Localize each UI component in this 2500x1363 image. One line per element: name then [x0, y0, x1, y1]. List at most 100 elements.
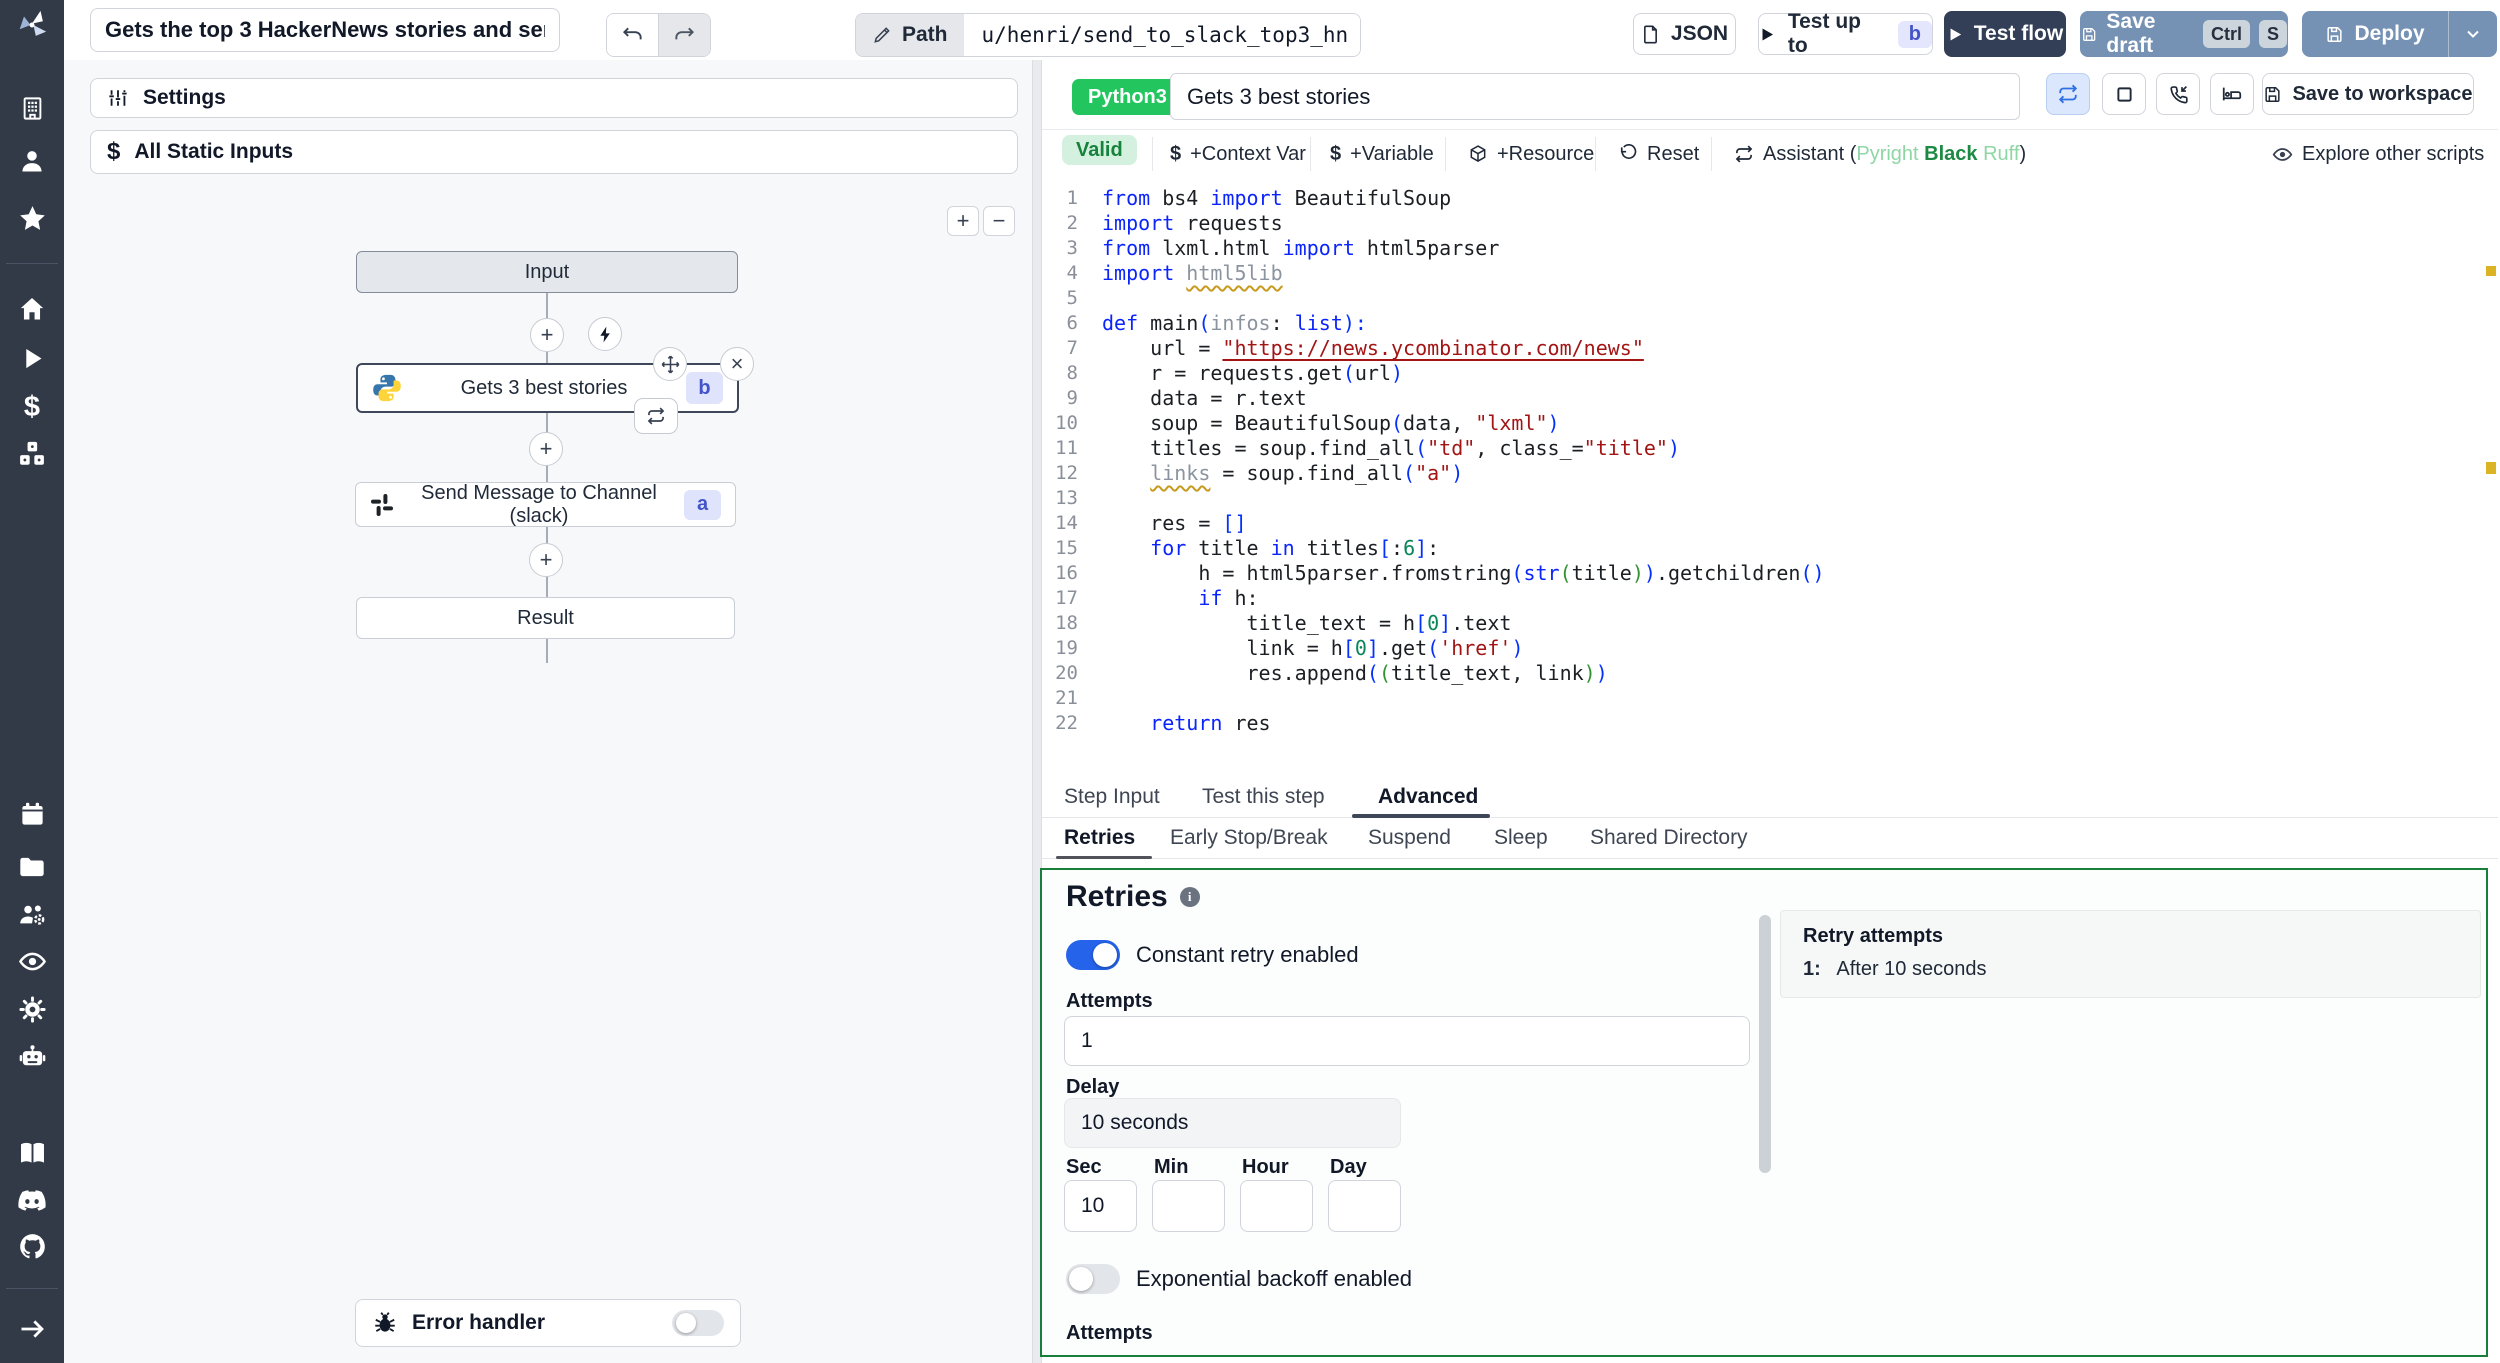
reset-button[interactable]: Reset [1618, 129, 1699, 179]
retries-setting-button[interactable] [2046, 73, 2090, 115]
explore-other-scripts-button[interactable]: Explore other scripts [2272, 129, 2484, 179]
exponential-backoff-toggle[interactable] [1066, 1264, 1120, 1294]
sidebar-item-groups[interactable] [17, 899, 47, 929]
error-handler-toggle[interactable] [672, 1310, 724, 1336]
toggle-knob [676, 1313, 696, 1333]
play-icon [1762, 28, 1774, 40]
tab-step-input[interactable]: Step Input [1064, 776, 1160, 817]
sidebar-item-logo[interactable] [13, 6, 51, 44]
test-up-to-label: Test up to [1787, 10, 1861, 57]
sidebar-item-workspace[interactable] [17, 93, 47, 123]
path-label: Path [902, 23, 948, 46]
subtab-early-stop[interactable]: Early Stop/Break [1170, 818, 1328, 858]
flow-title-input[interactable] [90, 8, 560, 52]
move-step-button[interactable] [653, 347, 687, 381]
lightning-icon [599, 326, 610, 342]
sidebar-item-settings[interactable] [17, 994, 47, 1024]
add-context-var-button[interactable]: $ +Context Var [1170, 129, 1306, 179]
sidebar-item-folders[interactable] [17, 852, 47, 882]
deploy-button-group: Deploy [2302, 11, 2497, 57]
add-resource-label: +Resource [1497, 142, 1595, 165]
error-handler-card[interactable]: Error handler [355, 1299, 741, 1347]
step-title-input[interactable] [1170, 73, 2020, 120]
flow-settings-label: Settings [143, 86, 226, 109]
language-badge: Python3 [1072, 79, 1183, 115]
active-subtab-underline [1056, 856, 1152, 859]
redo-icon [675, 27, 695, 39]
flow-node-input[interactable]: Input [356, 251, 738, 293]
add-step-button-1[interactable]: + [530, 318, 564, 352]
delete-step-button[interactable]: × [720, 347, 754, 381]
book-icon [20, 1142, 44, 1163]
dollar-icon: $ [107, 138, 121, 165]
code-line: 10 soup = BeautifulSoup(data, "lxml") [1055, 411, 1560, 435]
redo-button[interactable] [658, 14, 710, 56]
constant-retry-toggle[interactable] [1066, 940, 1120, 970]
editor-panel: Python3 S [1040, 60, 2500, 1363]
sidebar-item-ai[interactable] [17, 1041, 47, 1071]
min-input[interactable] [1152, 1180, 1225, 1232]
code-editor[interactable]: 1 from bs4 import BeautifulSoup 2 import re… [1042, 180, 2498, 782]
sidebar-item-home[interactable] [17, 294, 47, 324]
sidebar-item-resources[interactable] [17, 439, 47, 469]
assistant-button[interactable]: Assistant ( Pyright Black Ruff ) [1734, 129, 2026, 179]
add-variable-button[interactable]: $ +Variable [1330, 129, 1434, 179]
hour-input[interactable] [1240, 1180, 1313, 1232]
add-step-button-3[interactable]: + [529, 543, 563, 577]
undo-button[interactable] [607, 14, 658, 56]
flow-node-result[interactable]: Result [356, 597, 735, 639]
day-input[interactable] [1328, 1180, 1401, 1232]
code-line: 3 from lxml.html import html5parser [1066, 236, 1500, 260]
deploy-button[interactable]: Deploy [2302, 11, 2448, 57]
subtab-sleep[interactable]: Sleep [1494, 818, 1548, 858]
delay-input[interactable] [1064, 1098, 1401, 1148]
test-flow-button[interactable]: Test flow [1944, 11, 2066, 57]
sidebar-item-runs[interactable] [17, 343, 47, 373]
sidebar-item-schedules[interactable] [17, 799, 47, 829]
subtab-label: Suspend [1368, 826, 1451, 849]
deploy-dropdown-button[interactable] [2449, 11, 2497, 57]
step-retry-indicator-button[interactable] [634, 398, 678, 434]
sidebar-item-github[interactable] [17, 1231, 47, 1261]
star-icon [19, 205, 45, 230]
sidebar-item-variables[interactable]: $ [17, 392, 47, 422]
sidebar-item-discord[interactable] [17, 1186, 47, 1216]
sliders-icon [109, 90, 127, 106]
attempts-input[interactable] [1064, 1016, 1750, 1066]
suspend-setting-button[interactable] [2156, 73, 2200, 115]
toolbar-separator [1310, 137, 1311, 171]
subtab-suspend[interactable]: Suspend [1368, 818, 1451, 858]
add-resource-button[interactable]: +Resource [1468, 129, 1594, 179]
flow-settings-card[interactable]: Settings [90, 78, 1018, 118]
sidebar-item-expand[interactable] [17, 1314, 47, 1344]
user-icon [22, 151, 42, 172]
path-chip[interactable]: Path u/henri/send_to_slack_top3_hn [855, 13, 1361, 57]
tab-test-this-step[interactable]: Test this step [1202, 776, 1325, 817]
assistant-tool-ruff: Ruff [1983, 142, 2020, 165]
flow-static-inputs-card[interactable]: $ All Static Inputs [90, 130, 1018, 174]
save-draft-button[interactable]: Save draft Ctrl S [2080, 10, 2288, 57]
info-icon[interactable]: i [1179, 887, 1200, 907]
graph-zoom-in-button[interactable]: + [947, 206, 979, 236]
sidebar-item-audit[interactable] [17, 946, 47, 976]
subtab-shared-directory[interactable]: Shared Directory [1590, 818, 1748, 858]
flow-node-step-a[interactable]: Send Message to Channel (slack) a [355, 482, 736, 527]
subtab-retries[interactable]: Retries [1064, 818, 1135, 858]
retries-scrollbar[interactable] [1759, 915, 1771, 1173]
trigger-button[interactable] [588, 317, 622, 351]
pencil-icon [874, 27, 890, 43]
sidebar-item-favorites[interactable] [17, 203, 47, 233]
code-line: 16 h = html5parser.fromstring(str(title)… [1055, 561, 1825, 585]
test-up-to-button[interactable]: Test up to b [1758, 10, 1933, 57]
json-button[interactable]: JSON [1633, 13, 1736, 55]
sidebar-item-user[interactable] [17, 146, 47, 176]
sleep-setting-button[interactable] [2210, 73, 2254, 115]
sidebar-item-docs[interactable] [17, 1138, 47, 1168]
sec-input[interactable] [1064, 1180, 1137, 1232]
graph-zoom-out-button[interactable]: − [983, 206, 1015, 236]
tab-advanced[interactable]: Advanced [1378, 776, 1478, 817]
add-step-button-2[interactable]: + [529, 432, 563, 466]
save-to-workspace-button[interactable]: Save to workspace [2262, 73, 2474, 115]
early-stop-setting-button[interactable] [2102, 73, 2146, 115]
error-handler-label: Error handler [412, 1311, 546, 1334]
